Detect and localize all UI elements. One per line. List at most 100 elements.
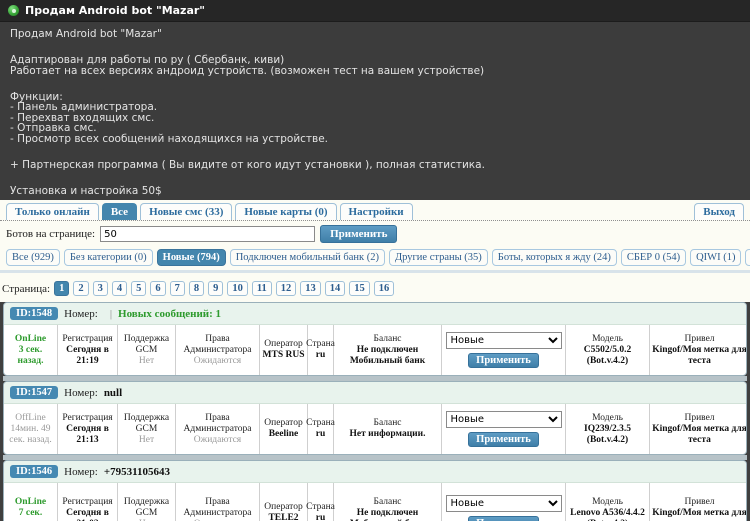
referrer-cell: Привел Kingof/Моя метка для теста bbox=[650, 404, 746, 454]
model-value: C5502/5.0.2 (Bot.v.4.2) bbox=[583, 344, 632, 366]
post-partner: + Партнерская программа ( Вы видите от к… bbox=[10, 158, 485, 171]
post-line: Адаптирован для работы по ру ( Сбербанк,… bbox=[10, 54, 285, 66]
page-button-6[interactable]: 6 bbox=[150, 281, 166, 296]
gcm-label: Поддержка GCM bbox=[123, 333, 170, 355]
status-ago: 14мин. 49 сек. назад. bbox=[9, 423, 52, 445]
category-filter-bar: Все (929) Без категории (0) Новые (794) … bbox=[0, 247, 750, 270]
category-cell: Новые Применить bbox=[442, 325, 566, 375]
operator-cell: Оператор MTS RUS bbox=[260, 325, 308, 375]
filter-mobile-bank[interactable]: Подключен мобильный банк (2) bbox=[229, 249, 385, 266]
admin-rights-label: Права Администратора bbox=[183, 333, 252, 355]
operator-cell: Оператор Beeline bbox=[260, 404, 308, 454]
operator-value: MTS RUS bbox=[262, 350, 305, 360]
post-function-item: - Просмотр всех сообщений находящихся на… bbox=[10, 132, 329, 145]
referrer-value: Kingof/Моя метка для теста bbox=[652, 507, 746, 521]
tab-logout[interactable]: Выход bbox=[694, 203, 744, 220]
page-button-9[interactable]: 9 bbox=[208, 281, 224, 296]
tab-new-cards[interactable]: Новые карты (0) bbox=[235, 203, 337, 220]
status-value: OffLine bbox=[15, 412, 46, 423]
thread-titlebar: Продам Android bot "Mazar" bbox=[0, 0, 750, 22]
tab-all[interactable]: Все bbox=[101, 203, 138, 220]
filter-other-countries[interactable]: Другие страны (35) bbox=[388, 249, 488, 266]
category-select[interactable]: Новые bbox=[445, 411, 562, 428]
balance-label: Баланс bbox=[373, 333, 402, 344]
model-value: Lenovo A536/4.4.2 (Bot.v.4.2) bbox=[570, 507, 645, 521]
balance-cell: Баланс Не подключен Мобильный банк bbox=[334, 483, 442, 521]
status-value: OnLine bbox=[14, 333, 47, 344]
page-button-2[interactable]: 2 bbox=[73, 281, 89, 296]
category-apply-button[interactable]: Применить bbox=[468, 516, 539, 521]
bot-card-1546: ID:1546 Номер: +79531105643 OnLine 7 сек… bbox=[3, 460, 747, 521]
bot-row: OnLine 3 сек. назад. Регистрация Сегодня… bbox=[4, 325, 746, 375]
filter-qiwi[interactable]: QIWI (1) bbox=[690, 249, 742, 266]
gcm-cell: Поддержка GCM Нет bbox=[118, 404, 176, 454]
registration-value: Сегодня в 21:19 bbox=[66, 344, 109, 366]
per-page-input[interactable] bbox=[100, 226, 316, 242]
registration-cell: Регистрация Сегодня в 21:13 bbox=[58, 404, 118, 454]
model-label: Модель bbox=[592, 412, 623, 423]
bot-card-1547: ID:1547 Номер: null OffLine 14мин. 49 се… bbox=[3, 381, 747, 455]
registration-value: Сегодня в 21:02 bbox=[66, 507, 109, 521]
page-button-13[interactable]: 13 bbox=[300, 281, 321, 296]
model-label: Модель bbox=[592, 333, 623, 344]
bot-id-badge[interactable]: ID:1548 bbox=[10, 307, 59, 320]
referrer-label: Привел bbox=[684, 496, 715, 507]
model-label: Модель bbox=[592, 496, 623, 507]
filter-waiting-bots[interactable]: Боты, которых я жду (24) bbox=[491, 249, 617, 266]
page-button-4[interactable]: 4 bbox=[111, 281, 128, 296]
model-cell: Модель IQ239/2.3.5 (Bot.v.4.2) bbox=[566, 404, 650, 454]
operator-label: Оператор bbox=[264, 418, 303, 428]
status-cell: OnLine 7 сек. назад. bbox=[4, 483, 58, 521]
per-page-apply-button[interactable]: Применить bbox=[320, 225, 398, 243]
country-cell: Страна ru bbox=[306, 404, 335, 454]
balance-value: Не подключен Мобильный банк bbox=[350, 507, 425, 521]
tab-settings[interactable]: Настройки bbox=[339, 203, 413, 220]
tab-new-sms[interactable]: Новые смс (33) bbox=[140, 203, 233, 220]
country-label: Страна bbox=[306, 418, 335, 428]
filter-new[interactable]: Новые (794) bbox=[156, 249, 226, 266]
category-select[interactable]: Новые bbox=[445, 332, 562, 349]
category-select[interactable]: Новые bbox=[445, 495, 562, 512]
category-apply-button[interactable]: Применить bbox=[468, 432, 539, 447]
model-value: IQ239/2.3.5 (Bot.v.4.2) bbox=[584, 423, 631, 445]
bot-row: OffLine 14мин. 49 сек. назад. Регистраци… bbox=[4, 404, 746, 454]
page-button-1[interactable]: 1 bbox=[54, 281, 70, 296]
page-button-7[interactable]: 7 bbox=[169, 281, 185, 296]
filter-lok[interactable]: лок (7) bbox=[745, 249, 750, 266]
number-value: +79531105643 bbox=[103, 465, 170, 478]
page-button-10[interactable]: 10 bbox=[227, 281, 248, 296]
filter-sber[interactable]: СБЕР 0 (54) bbox=[620, 249, 687, 266]
page-button-11[interactable]: 11 bbox=[251, 281, 272, 296]
bot-id-badge[interactable]: ID:1547 bbox=[10, 386, 59, 399]
balance-cell: Баланс Не подключен Мобильный банк bbox=[334, 325, 442, 375]
tab-online-only[interactable]: Только онлайн bbox=[6, 203, 99, 220]
referrer-label: Привел bbox=[684, 412, 715, 423]
country-cell: Страна ru bbox=[306, 325, 335, 375]
page-button-15[interactable]: 15 bbox=[349, 281, 370, 296]
operator-label: Оператор bbox=[264, 502, 303, 512]
page-button-5[interactable]: 5 bbox=[131, 281, 147, 296]
page-button-14[interactable]: 14 bbox=[324, 281, 346, 296]
page-button-3[interactable]: 3 bbox=[92, 281, 108, 296]
category-apply-button[interactable]: Применить bbox=[468, 353, 539, 368]
operator-value: TELE2 bbox=[268, 513, 299, 521]
number-label: Номер: bbox=[64, 465, 98, 478]
admin-panel: Только онлайн Все Новые смс (33) Новые к… bbox=[0, 200, 750, 521]
bot-id-badge[interactable]: ID:1546 bbox=[10, 465, 59, 478]
page-button-8[interactable]: 8 bbox=[188, 281, 205, 296]
referrer-cell: Привел Kingof/Моя метка для теста bbox=[650, 483, 746, 521]
operator-label: Оператор bbox=[264, 339, 303, 349]
admin-rights-value: Ожидаются bbox=[193, 434, 242, 445]
registration-cell: Регистрация Сегодня в 21:02 bbox=[58, 483, 118, 521]
gcm-cell: Поддержка GCM Нет bbox=[118, 483, 176, 521]
page-button-12[interactable]: 12 bbox=[275, 281, 297, 296]
model-cell: Модель C5502/5.0.2 (Bot.v.4.2) bbox=[566, 325, 650, 375]
balance-value: Нет информации. bbox=[349, 429, 426, 439]
filter-no-category[interactable]: Без категории (0) bbox=[63, 249, 153, 266]
new-messages-badge: Новых сообщений: 1 bbox=[118, 307, 222, 320]
filter-all[interactable]: Все (929) bbox=[6, 249, 60, 266]
country-value: ru bbox=[315, 513, 326, 521]
admin-rights-cell: Права Администратора Ожидаются bbox=[176, 325, 260, 375]
page-button-16[interactable]: 16 bbox=[373, 281, 395, 296]
status-ago: 3 сек. назад. bbox=[17, 344, 44, 366]
